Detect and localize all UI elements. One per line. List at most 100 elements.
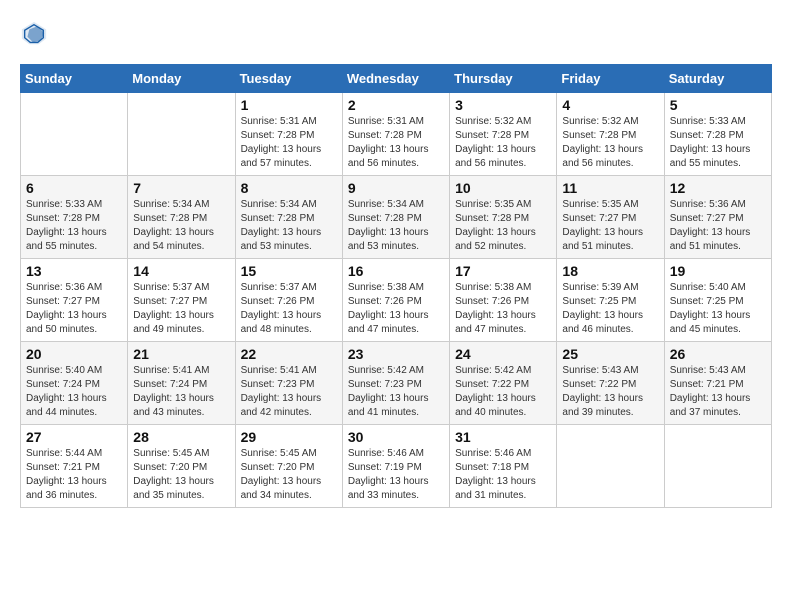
day-number: 3 xyxy=(455,97,551,113)
calendar-cell: 7 Sunrise: 5:34 AM Sunset: 7:28 PM Daylig… xyxy=(128,176,235,259)
day-info: Sunrise: 5:35 AM Sunset: 7:27 PM Dayligh… xyxy=(562,198,658,254)
day-number: 9 xyxy=(348,180,444,196)
calendar-cell xyxy=(21,93,128,176)
day-number: 22 xyxy=(241,346,337,362)
day-info: Sunrise: 5:39 AM Sunset: 7:25 PM Dayligh… xyxy=(562,281,658,337)
calendar-cell: 16 Sunrise: 5:38 AM Sunset: 7:26 PM Dayli… xyxy=(342,259,449,342)
weekday-header-wednesday: Wednesday xyxy=(342,65,449,93)
day-info: Sunrise: 5:37 AM Sunset: 7:26 PM Dayligh… xyxy=(241,281,337,337)
weekday-header-thursday: Thursday xyxy=(450,65,557,93)
calendar-week-row: 6Sunrise: 5:33 AM Sunset: 7:28 PM Daylig… xyxy=(21,176,772,259)
calendar-cell: 10 Sunrise: 5:35 AM Sunset: 7:28 PM Dayli… xyxy=(450,176,557,259)
calendar-cell: 24Sunrise: 5:42 AM Sunset: 7:22 PM Dayli… xyxy=(450,342,557,425)
calendar-week-row: 20 Sunrise: 5:40 AM Sunset: 7:24 PM Dayli… xyxy=(21,342,772,425)
calendar-table: SundayMondayTuesdayWednesdayThursdayFrid… xyxy=(20,64,772,508)
calendar-cell: 29 Sunrise: 5:45 AM Sunset: 7:20 PM Dayli… xyxy=(235,425,342,508)
day-number: 6 xyxy=(26,180,122,196)
day-number: 20 xyxy=(26,346,122,362)
calendar-cell: 1 Sunrise: 5:31 AM Sunset: 7:28 PM Daylig… xyxy=(235,93,342,176)
day-info: Sunrise: 5:43 AM Sunset: 7:21 PM Dayligh… xyxy=(670,364,766,420)
day-number: 2 xyxy=(348,97,444,113)
day-number: 13 xyxy=(26,263,122,279)
day-info: Sunrise: 5:36 AM Sunset: 7:27 PM Dayligh… xyxy=(670,198,766,254)
day-number: 8 xyxy=(241,180,337,196)
calendar-cell: 20 Sunrise: 5:40 AM Sunset: 7:24 PM Dayli… xyxy=(21,342,128,425)
calendar-cell: 15 Sunrise: 5:37 AM Sunset: 7:26 PM Dayli… xyxy=(235,259,342,342)
day-info: Sunrise: 5:38 AM Sunset: 7:26 PM Dayligh… xyxy=(348,281,444,337)
logo-icon xyxy=(20,20,48,48)
day-info: Sunrise: 5:31 AM Sunset: 7:28 PM Dayligh… xyxy=(348,115,444,171)
calendar-cell: 23 Sunrise: 5:42 AM Sunset: 7:23 PM Dayli… xyxy=(342,342,449,425)
calendar-cell: 31 Sunrise: 5:46 AM Sunset: 7:18 PM Dayli… xyxy=(450,425,557,508)
weekday-header-row: SundayMondayTuesdayWednesdayThursdayFrid… xyxy=(21,65,772,93)
calendar-week-row: 27 Sunrise: 5:44 AM Sunset: 7:21 PM Dayli… xyxy=(21,425,772,508)
day-info: Sunrise: 5:31 AM Sunset: 7:28 PM Dayligh… xyxy=(241,115,337,171)
calendar-cell: 6Sunrise: 5:33 AM Sunset: 7:28 PM Daylig… xyxy=(21,176,128,259)
day-info: Sunrise: 5:37 AM Sunset: 7:27 PM Dayligh… xyxy=(133,281,229,337)
day-number: 10 xyxy=(455,180,551,196)
calendar-cell: 18 Sunrise: 5:39 AM Sunset: 7:25 PM Dayli… xyxy=(557,259,664,342)
day-number: 14 xyxy=(133,263,229,279)
calendar-week-row: 13Sunrise: 5:36 AM Sunset: 7:27 PM Dayli… xyxy=(21,259,772,342)
calendar-cell: 17Sunrise: 5:38 AM Sunset: 7:26 PM Dayli… xyxy=(450,259,557,342)
day-info: Sunrise: 5:45 AM Sunset: 7:20 PM Dayligh… xyxy=(241,447,337,503)
weekday-header-tuesday: Tuesday xyxy=(235,65,342,93)
calendar-cell: 9 Sunrise: 5:34 AM Sunset: 7:28 PM Daylig… xyxy=(342,176,449,259)
day-number: 1 xyxy=(241,97,337,113)
calendar-cell: 25Sunrise: 5:43 AM Sunset: 7:22 PM Dayli… xyxy=(557,342,664,425)
calendar-week-row: 1 Sunrise: 5:31 AM Sunset: 7:28 PM Daylig… xyxy=(21,93,772,176)
calendar-cell xyxy=(128,93,235,176)
calendar-cell: 22 Sunrise: 5:41 AM Sunset: 7:23 PM Dayli… xyxy=(235,342,342,425)
day-info: Sunrise: 5:32 AM Sunset: 7:28 PM Dayligh… xyxy=(562,115,658,171)
day-number: 29 xyxy=(241,429,337,445)
day-info: Sunrise: 5:41 AM Sunset: 7:23 PM Dayligh… xyxy=(241,364,337,420)
day-number: 12 xyxy=(670,180,766,196)
day-info: Sunrise: 5:33 AM Sunset: 7:28 PM Dayligh… xyxy=(670,115,766,171)
calendar-cell: 27 Sunrise: 5:44 AM Sunset: 7:21 PM Dayli… xyxy=(21,425,128,508)
day-number: 16 xyxy=(348,263,444,279)
day-info: Sunrise: 5:43 AM Sunset: 7:22 PM Dayligh… xyxy=(562,364,658,420)
day-number: 23 xyxy=(348,346,444,362)
day-number: 7 xyxy=(133,180,229,196)
calendar-cell: 4Sunrise: 5:32 AM Sunset: 7:28 PM Daylig… xyxy=(557,93,664,176)
calendar-cell: 8 Sunrise: 5:34 AM Sunset: 7:28 PM Daylig… xyxy=(235,176,342,259)
day-info: Sunrise: 5:34 AM Sunset: 7:28 PM Dayligh… xyxy=(241,198,337,254)
weekday-header-monday: Monday xyxy=(128,65,235,93)
day-info: Sunrise: 5:32 AM Sunset: 7:28 PM Dayligh… xyxy=(455,115,551,171)
day-info: Sunrise: 5:34 AM Sunset: 7:28 PM Dayligh… xyxy=(133,198,229,254)
calendar-cell: 26Sunrise: 5:43 AM Sunset: 7:21 PM Dayli… xyxy=(664,342,771,425)
weekday-header-friday: Friday xyxy=(557,65,664,93)
day-info: Sunrise: 5:42 AM Sunset: 7:22 PM Dayligh… xyxy=(455,364,551,420)
day-info: Sunrise: 5:35 AM Sunset: 7:28 PM Dayligh… xyxy=(455,198,551,254)
day-number: 28 xyxy=(133,429,229,445)
day-number: 18 xyxy=(562,263,658,279)
calendar-cell: 30 Sunrise: 5:46 AM Sunset: 7:19 PM Dayli… xyxy=(342,425,449,508)
day-number: 15 xyxy=(241,263,337,279)
day-info: Sunrise: 5:46 AM Sunset: 7:19 PM Dayligh… xyxy=(348,447,444,503)
calendar-cell: 19 Sunrise: 5:40 AM Sunset: 7:25 PM Dayli… xyxy=(664,259,771,342)
day-number: 17 xyxy=(455,263,551,279)
day-number: 31 xyxy=(455,429,551,445)
day-info: Sunrise: 5:40 AM Sunset: 7:24 PM Dayligh… xyxy=(26,364,122,420)
day-info: Sunrise: 5:46 AM Sunset: 7:18 PM Dayligh… xyxy=(455,447,551,503)
day-number: 11 xyxy=(562,180,658,196)
calendar-cell: 13Sunrise: 5:36 AM Sunset: 7:27 PM Dayli… xyxy=(21,259,128,342)
page-header xyxy=(20,20,772,48)
day-info: Sunrise: 5:40 AM Sunset: 7:25 PM Dayligh… xyxy=(670,281,766,337)
day-number: 30 xyxy=(348,429,444,445)
day-number: 27 xyxy=(26,429,122,445)
day-number: 5 xyxy=(670,97,766,113)
calendar-cell: 12 Sunrise: 5:36 AM Sunset: 7:27 PM Dayli… xyxy=(664,176,771,259)
calendar-cell xyxy=(557,425,664,508)
day-info: Sunrise: 5:42 AM Sunset: 7:23 PM Dayligh… xyxy=(348,364,444,420)
logo xyxy=(20,20,52,48)
day-info: Sunrise: 5:34 AM Sunset: 7:28 PM Dayligh… xyxy=(348,198,444,254)
day-number: 19 xyxy=(670,263,766,279)
day-number: 21 xyxy=(133,346,229,362)
weekday-header-saturday: Saturday xyxy=(664,65,771,93)
weekday-header-sunday: Sunday xyxy=(21,65,128,93)
day-info: Sunrise: 5:41 AM Sunset: 7:24 PM Dayligh… xyxy=(133,364,229,420)
calendar-cell: 2 Sunrise: 5:31 AM Sunset: 7:28 PM Daylig… xyxy=(342,93,449,176)
day-info: Sunrise: 5:44 AM Sunset: 7:21 PM Dayligh… xyxy=(26,447,122,503)
day-info: Sunrise: 5:45 AM Sunset: 7:20 PM Dayligh… xyxy=(133,447,229,503)
